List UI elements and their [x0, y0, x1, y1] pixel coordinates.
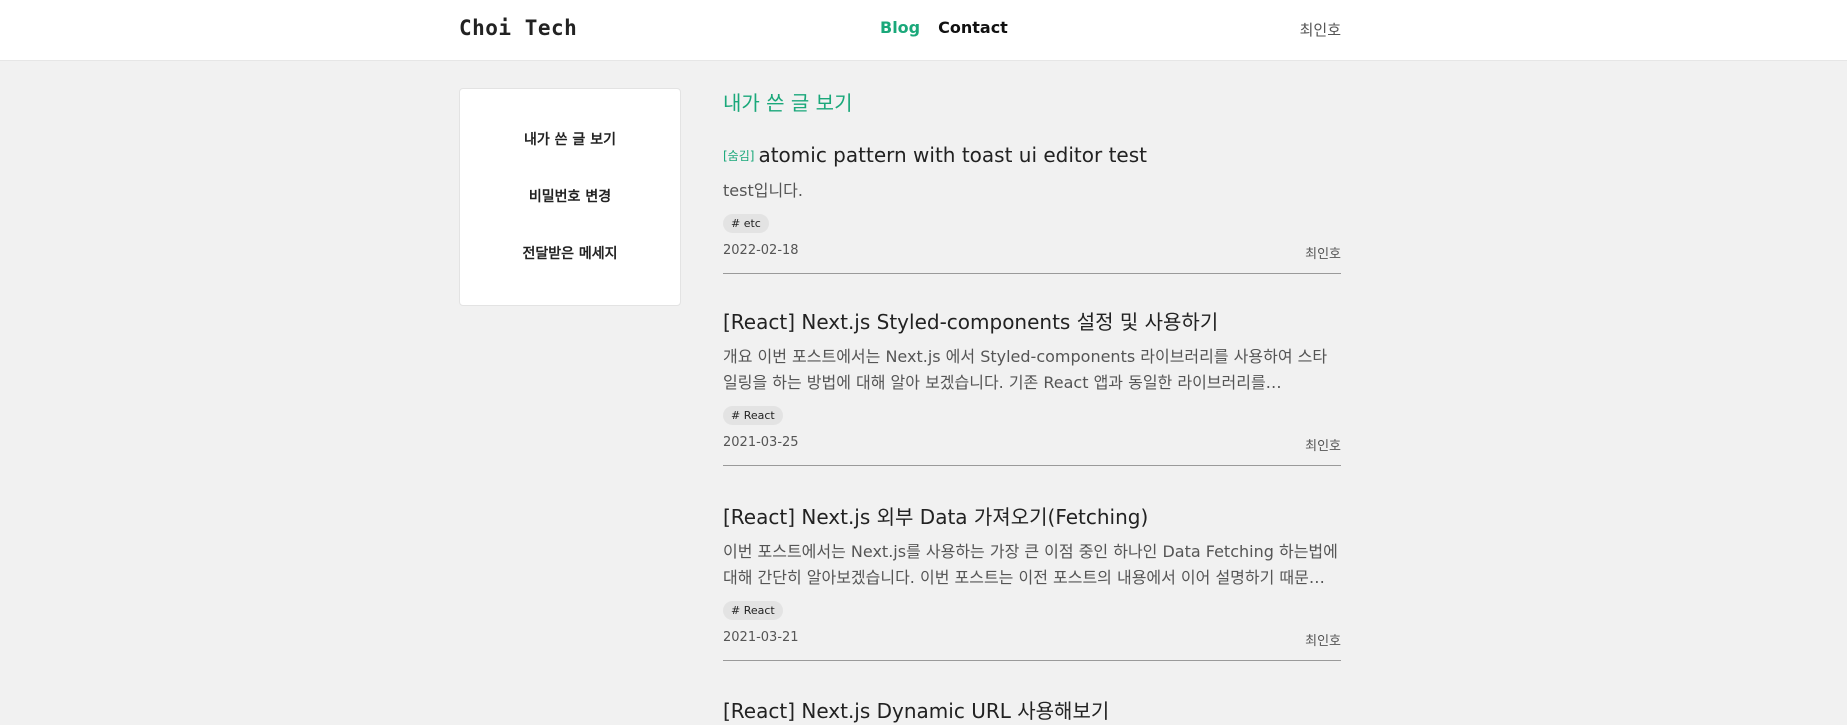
user-name[interactable]: 최인호 — [1300, 19, 1341, 40]
post-title[interactable]: [React] Next.js Dynamic URL 사용해보기 — [723, 697, 1341, 725]
sidebar-item-change-password[interactable]: 비밀번호 변경 — [460, 186, 680, 206]
post-date: 2022-02-18 — [723, 243, 799, 258]
post-tag[interactable]: # React — [723, 601, 783, 620]
post-summary: 개요 이번 포스트에서는 Next.js 에서 Styled-component… — [723, 347, 1328, 392]
post-title[interactable]: [숨김] atomic pattern with toast ui editor … — [723, 141, 1341, 170]
post-summary: test입니다. — [723, 181, 803, 200]
page-title: 내가 쓴 글 보기 — [723, 91, 853, 115]
sidebar-item-received-messages[interactable]: 전달받은 메세지 — [460, 243, 680, 263]
main-content: 내가 쓴 글 보기 [숨김] atomic pattern with toast … — [723, 88, 1341, 723]
post-item[interactable]: [React] Next.js 외부 Data 가져오기(Fetching) 이… — [723, 503, 1341, 661]
post-item[interactable]: [React] Next.js Styled-components 설정 및 사… — [723, 308, 1341, 466]
post-title-text[interactable]: atomic pattern with toast ui editor test — [758, 143, 1147, 167]
post-title[interactable]: [React] Next.js Styled-components 설정 및 사… — [723, 308, 1341, 336]
post-title[interactable]: [React] Next.js 외부 Data 가져오기(Fetching) — [723, 503, 1341, 531]
post-date: 2021-03-21 — [723, 630, 799, 645]
post-date: 2021-03-25 — [723, 435, 799, 450]
sidebar-item-my-posts[interactable]: 내가 쓴 글 보기 — [460, 129, 680, 149]
post-item[interactable]: [숨김] atomic pattern with toast ui editor … — [723, 141, 1341, 274]
site-logo[interactable]: Choi Tech — [459, 16, 577, 40]
post-tag[interactable]: # etc — [723, 214, 769, 233]
post-author: 최인호 — [1305, 634, 1341, 649]
nav-contact-link[interactable]: Contact — [938, 18, 1008, 37]
post-meta: 2021-03-25 최인호 — [723, 435, 1341, 466]
post-tag[interactable]: # React — [723, 406, 783, 425]
nav-blog-link[interactable]: Blog — [880, 18, 920, 37]
post-item[interactable]: [React] Next.js Dynamic URL 사용해보기 — [723, 697, 1341, 725]
top-header: Choi Tech Blog Contact 최인호 — [0, 0, 1847, 61]
main-nav: Blog Contact — [880, 18, 1008, 37]
post-author: 최인호 — [1305, 439, 1341, 454]
post-meta: 2021-03-21 최인호 — [723, 630, 1341, 661]
post-summary: 이번 포스트에서는 Next.js를 사용하는 가장 큰 이점 중인 하나인 D… — [723, 542, 1338, 587]
hidden-badge: [숨김] — [723, 149, 755, 163]
post-meta: 2022-02-18 최인호 — [723, 243, 1341, 274]
sidebar-menu: 내가 쓴 글 보기 비밀번호 변경 전달받은 메세지 — [459, 88, 681, 306]
post-author: 최인호 — [1305, 247, 1341, 262]
